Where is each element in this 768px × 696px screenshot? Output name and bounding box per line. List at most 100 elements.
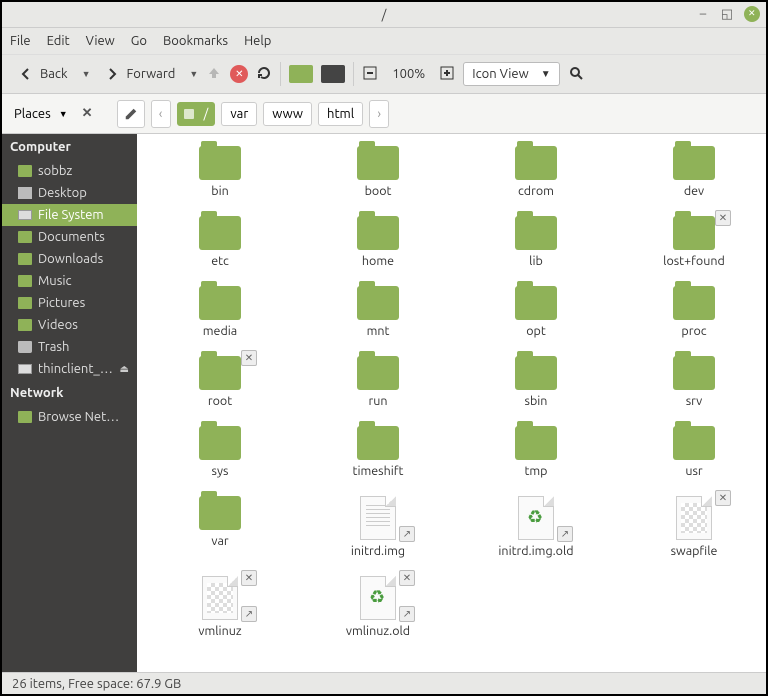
folder-icon (199, 356, 241, 390)
stop-button[interactable] (230, 65, 248, 83)
home-button[interactable] (289, 65, 313, 83)
menu-bookmarks[interactable]: Bookmarks (163, 34, 228, 48)
eject-icon[interactable]: ⏏ (120, 363, 129, 375)
menu-file[interactable]: File (10, 34, 31, 48)
sidebar-item-videos[interactable]: Videos (2, 314, 137, 336)
path-edit-button[interactable] (117, 100, 145, 128)
file-item[interactable]: ↗initrd.img.old (461, 496, 611, 558)
sidebar-item-label: Documents (38, 230, 105, 244)
file-item[interactable]: var (145, 496, 295, 558)
file-item[interactable]: dev (619, 146, 766, 198)
file-item[interactable]: ✕↗vmlinuz.old (303, 576, 453, 638)
breadcrumb[interactable]: var (221, 102, 257, 126)
symlink-emblem-icon: ↗ (241, 606, 257, 622)
sidebar-item-browse-network[interactable]: Browse Network (2, 406, 137, 428)
folder-icon (515, 426, 557, 460)
sidebar-item-thinclient-d-[interactable]: thinclient_d…⏏ (2, 358, 137, 380)
minimize-button[interactable]: – (696, 7, 710, 21)
chevron-down-icon: ▼ (59, 109, 68, 119)
file-label: initrd.img (351, 544, 405, 558)
file-label: opt (526, 324, 546, 338)
file-item[interactable]: etc (145, 216, 295, 268)
statusbar: 26 items, Free space: 67.9 GB (2, 672, 766, 694)
file-item[interactable]: cdrom (461, 146, 611, 198)
sidebar-item-file-system[interactable]: File System (2, 204, 137, 226)
file-item[interactable]: sys (145, 426, 295, 478)
back-dropdown[interactable]: ▼ (82, 69, 91, 79)
view-mode-label: Icon View (472, 67, 528, 81)
drive-icon (18, 364, 32, 374)
sidebar-item-label: Music (38, 274, 72, 288)
sidebar-header-computer: Computer (2, 134, 137, 160)
file-item[interactable]: run (303, 356, 453, 408)
folder-icon (515, 286, 557, 320)
sidebar-item-sobbz[interactable]: sobbz (2, 160, 137, 182)
file-item[interactable]: ↗initrd.img (303, 496, 453, 558)
sidebar-item-label: Desktop (38, 186, 87, 200)
file-item[interactable]: sbin (461, 356, 611, 408)
file-item[interactable]: ✕lost+found (619, 216, 766, 268)
file-icon (676, 496, 712, 540)
folder-icon (357, 286, 399, 320)
zoom-out-button[interactable] (362, 65, 378, 84)
computer-button[interactable] (321, 65, 345, 83)
view-mode-select[interactable]: Icon View ▼ (463, 62, 559, 86)
file-item[interactable]: media (145, 286, 295, 338)
symlink-emblem-icon: ↗ (399, 606, 415, 622)
sidebar-item-downloads[interactable]: Downloads (2, 248, 137, 270)
breadcrumb[interactable]: / (177, 102, 216, 126)
status-text: 26 items, Free space: 67.9 GB (12, 677, 181, 691)
folder-icon (673, 216, 715, 250)
back-button[interactable]: Back (12, 62, 74, 86)
file-item[interactable]: ✕swapfile (619, 496, 766, 558)
menu-view[interactable]: View (86, 34, 115, 48)
file-item[interactable]: ✕root (145, 356, 295, 408)
folder-icon (18, 253, 32, 265)
file-item[interactable]: bin (145, 146, 295, 198)
file-item[interactable]: opt (461, 286, 611, 338)
folder-icon (673, 426, 715, 460)
maximize-button[interactable]: ◱ (720, 7, 734, 21)
file-item[interactable]: srv (619, 356, 766, 408)
folder-icon (357, 426, 399, 460)
file-item[interactable]: timeshift (303, 426, 453, 478)
chevron-down-icon: ▼ (541, 68, 551, 80)
zoom-in-button[interactable] (439, 65, 455, 84)
file-item[interactable]: home (303, 216, 453, 268)
separator (353, 62, 354, 86)
file-item[interactable]: ✕↗vmlinuz (145, 576, 295, 638)
forward-button[interactable]: Forward (98, 62, 181, 86)
breadcrumb[interactable]: www (263, 102, 312, 126)
file-label: dev (684, 184, 704, 198)
sidebar-item-pictures[interactable]: Pictures (2, 292, 137, 314)
sidebar-item-music[interactable]: Music (2, 270, 137, 292)
sidebar-item-documents[interactable]: Documents (2, 226, 137, 248)
search-button[interactable] (568, 65, 584, 84)
path-prev[interactable]: ‹ (151, 100, 171, 128)
menu-go[interactable]: Go (131, 34, 147, 48)
places-dropdown[interactable]: Places ▼ (10, 103, 72, 125)
file-icon (518, 496, 554, 540)
sidebar-item-desktop[interactable]: Desktop (2, 182, 137, 204)
folder-icon (18, 297, 32, 309)
folder-icon (515, 146, 557, 180)
folder-icon (673, 286, 715, 320)
gray-icon (18, 187, 32, 199)
file-item[interactable]: tmp (461, 426, 611, 478)
file-item[interactable]: lib (461, 216, 611, 268)
file-item[interactable]: usr (619, 426, 766, 478)
close-button[interactable] (744, 6, 760, 22)
menu-help[interactable]: Help (244, 34, 271, 48)
file-item[interactable]: boot (303, 146, 453, 198)
up-button[interactable] (206, 65, 222, 84)
places-close[interactable]: ✕ (78, 106, 97, 121)
file-item[interactable]: mnt (303, 286, 453, 338)
file-item[interactable]: proc (619, 286, 766, 338)
menu-edit[interactable]: Edit (47, 34, 70, 48)
forward-dropdown[interactable]: ▼ (189, 69, 198, 79)
file-view[interactable]: binbootcdrom dev etchomelib✕lost+found medi… (137, 134, 766, 672)
path-next[interactable]: › (369, 100, 389, 128)
sidebar-item-trash[interactable]: Trash (2, 336, 137, 358)
reload-button[interactable] (256, 65, 272, 84)
breadcrumb[interactable]: html (318, 102, 363, 126)
